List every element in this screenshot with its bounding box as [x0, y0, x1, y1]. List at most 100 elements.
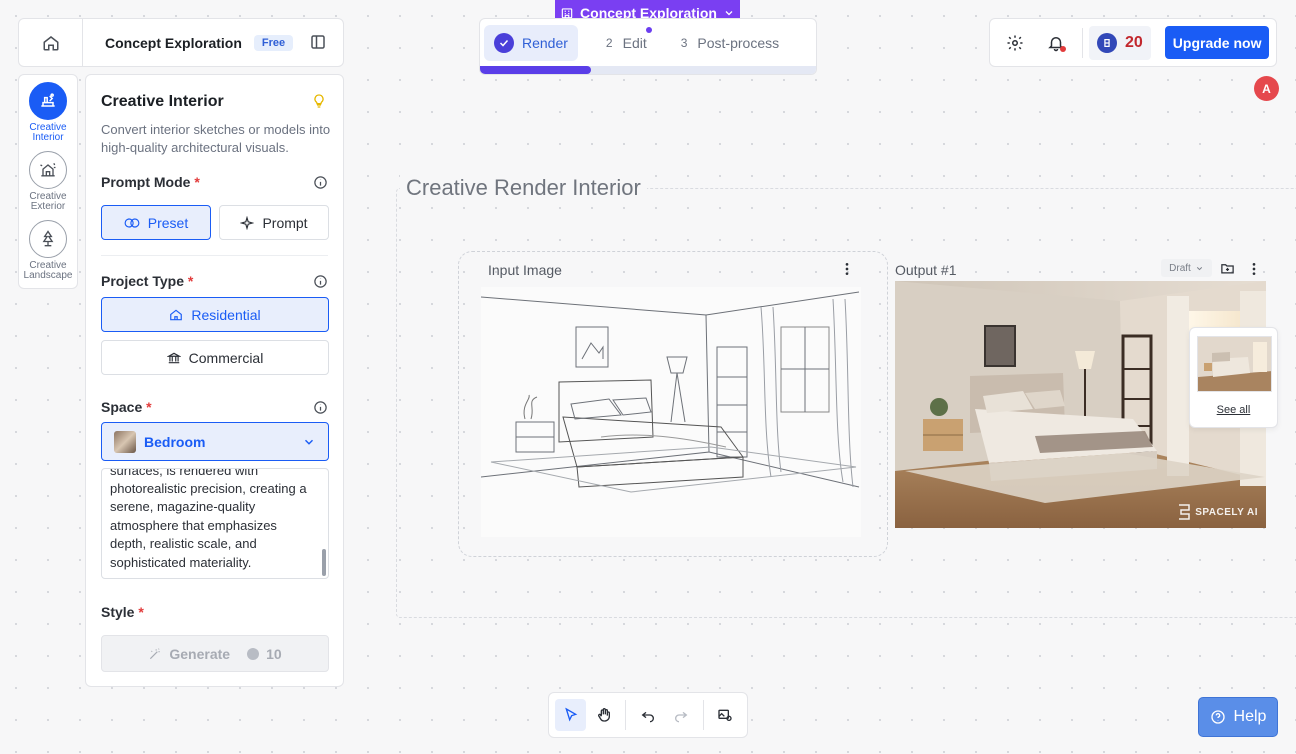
help-label: Help: [1233, 708, 1267, 725]
divider: [101, 255, 328, 256]
bank-icon: [166, 352, 181, 363]
preset-mode-button[interactable]: Preset: [101, 205, 211, 240]
panel-title: Creative Interior: [101, 93, 224, 110]
undo-icon: [641, 711, 654, 723]
notifications-button[interactable]: [1035, 19, 1076, 66]
draft-status-dropdown[interactable]: Draft: [1161, 259, 1212, 277]
step-label: Render: [522, 35, 568, 51]
step-render[interactable]: Render: [484, 25, 578, 61]
info-icon[interactable]: [313, 400, 328, 415]
generate-button[interactable]: Generate 10: [101, 635, 329, 672]
info-icon[interactable]: [313, 175, 328, 190]
gear-icon: [1007, 35, 1022, 50]
draft-status-label: Draft: [1169, 262, 1191, 274]
redo-icon: [675, 711, 688, 723]
input-more-options[interactable]: [839, 261, 855, 277]
settings-button[interactable]: [994, 19, 1035, 66]
gallery-thumbnail[interactable]: [1197, 336, 1272, 392]
residential-button[interactable]: Residential: [101, 297, 329, 332]
divider: [625, 700, 627, 730]
coin-icon: [247, 647, 260, 660]
space-select[interactable]: Bedroom: [101, 422, 329, 461]
plan-badge: Free: [253, 34, 294, 51]
avatar[interactable]: A: [1254, 76, 1279, 101]
tool-label: Creative Interior: [29, 122, 67, 143]
step-edit[interactable]: 2 Edit: [596, 25, 657, 61]
home-icon: [170, 309, 183, 320]
canvas-toolbar: [548, 692, 748, 738]
sparkle-icon: [240, 215, 255, 230]
home-button[interactable]: [19, 19, 83, 66]
kebab-icon: [845, 263, 849, 275]
magic-wand-icon: [150, 647, 161, 659]
prompt-textarea[interactable]: surfaces, is rendered with photorealisti…: [101, 468, 329, 579]
cursor-icon: [564, 707, 577, 722]
input-image-label: Input Image: [488, 262, 562, 278]
redo-button[interactable]: [666, 699, 697, 731]
scrollbar[interactable]: [322, 549, 326, 576]
see-all-link[interactable]: See all: [1190, 404, 1277, 416]
step-number: 2: [605, 36, 613, 50]
tool-creative-exterior[interactable]: Creative Exterior: [19, 151, 77, 212]
sidebar-toggle-icon: [311, 35, 325, 49]
image-settings-button[interactable]: [710, 699, 741, 731]
pan-tool-button[interactable]: [588, 699, 619, 731]
image-settings-icon: [718, 709, 733, 721]
credits-display[interactable]: 20: [1089, 25, 1151, 60]
residential-label: Residential: [191, 306, 261, 323]
prompt-mode-label: Prompt: [262, 214, 308, 231]
notification-dot: [1060, 46, 1066, 52]
credits-count: 20: [1125, 33, 1143, 51]
credit-icon: [1097, 32, 1117, 53]
chevron-down-icon: [1196, 266, 1202, 270]
frame-title: Creative Render Interior: [400, 175, 647, 201]
exterior-icon: [40, 163, 56, 177]
step-progress-track: [480, 66, 816, 74]
lightbulb-icon[interactable]: [311, 93, 327, 109]
divider: [702, 700, 704, 730]
chevron-down-icon: [302, 435, 316, 449]
output-gallery-popover: See all: [1189, 327, 1278, 428]
tool-label: Creative Landscape: [23, 260, 73, 281]
landscape-icon: [42, 230, 54, 247]
commercial-label: Commercial: [188, 349, 264, 366]
tool-creative-landscape[interactable]: Creative Landscape: [19, 220, 77, 281]
commercial-button[interactable]: Commercial: [101, 340, 329, 375]
account-toolbar: 20 Upgrade now: [989, 18, 1277, 67]
project-header: Concept Exploration Free: [18, 18, 344, 67]
select-tool-button[interactable]: [555, 699, 587, 731]
space-label: Space *: [101, 399, 152, 415]
tool-creative-interior[interactable]: Creative Interior: [19, 82, 77, 143]
step-number: 3: [680, 36, 688, 50]
style-label: Style *: [101, 604, 144, 620]
save-to-folder-button[interactable]: [1220, 261, 1235, 276]
info-icon[interactable]: [313, 274, 328, 289]
step-label: Edit: [622, 35, 647, 51]
panel-description: Convert interior sketches or models into…: [101, 122, 331, 155]
undo-button[interactable]: [632, 699, 663, 731]
help-button[interactable]: Help: [1198, 697, 1278, 737]
kebab-icon: [1252, 263, 1256, 275]
step-progress-fill: [480, 66, 591, 74]
step-post-process[interactable]: 3 Post-process: [671, 25, 789, 61]
prompt-text: surfaces, is rendered with photorealisti…: [110, 468, 307, 570]
spacely-logo-icon: [1179, 504, 1190, 520]
panel-toggle-button[interactable]: [309, 33, 327, 51]
step-label: Post-process: [697, 35, 780, 51]
tool-rail: Creative Interior Creative Exterior Crea…: [18, 74, 78, 289]
help-icon: [1210, 710, 1225, 724]
folder-icon: [1221, 264, 1234, 274]
home-icon: [43, 35, 58, 50]
generate-cost: 10: [266, 645, 282, 662]
project-name[interactable]: Concept Exploration: [105, 35, 242, 51]
prompt-mode-button[interactable]: Prompt: [219, 205, 329, 240]
check-icon: [494, 33, 514, 53]
watermark: SPACELY AI: [1177, 504, 1258, 520]
chevron-down-icon: [725, 10, 733, 15]
space-selected-value: Bedroom: [144, 433, 206, 450]
interior-icon: [41, 93, 55, 107]
prompt-mode-label: Prompt Mode *: [101, 174, 200, 190]
upgrade-button[interactable]: Upgrade now: [1164, 26, 1270, 59]
output-label: Output #1: [895, 262, 957, 278]
output-more-options[interactable]: [1246, 261, 1262, 277]
